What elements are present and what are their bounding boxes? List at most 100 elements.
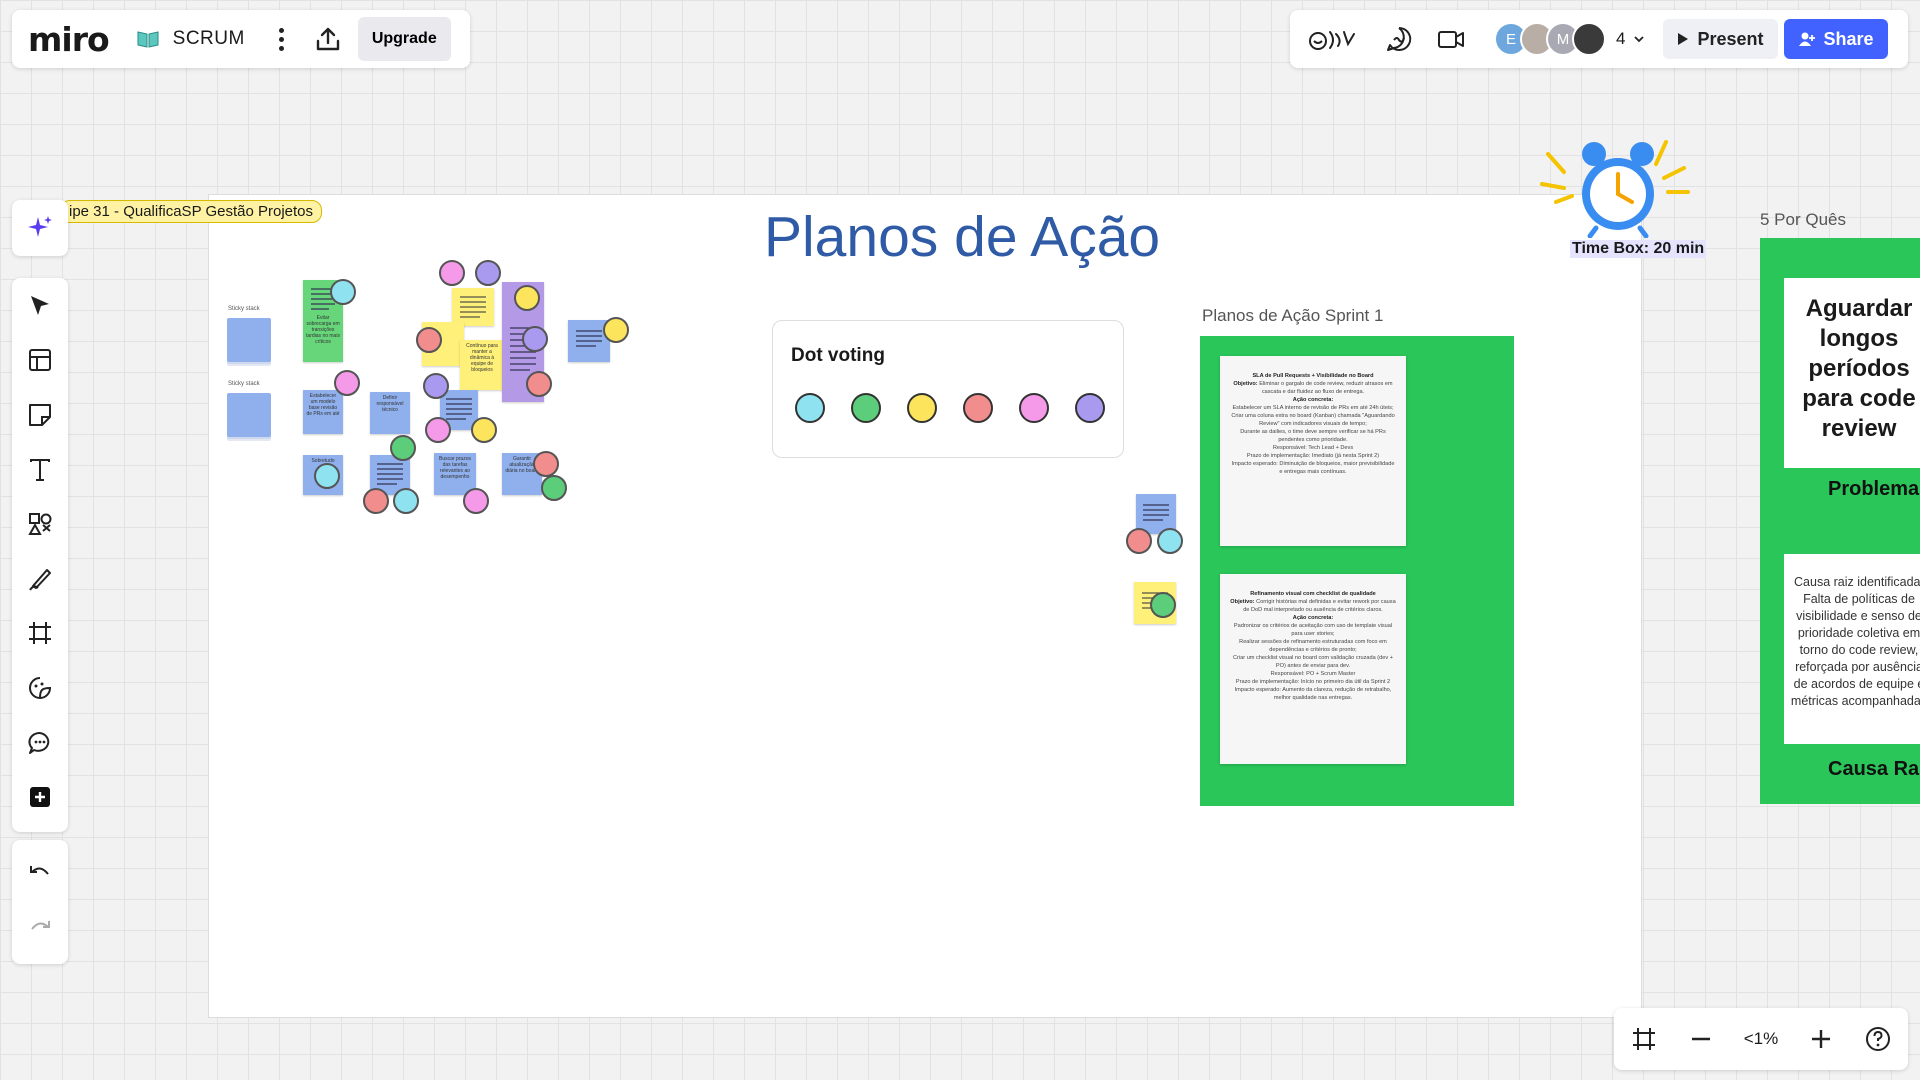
problem-label: Problema	[1828, 478, 1920, 500]
vote-dot[interactable]	[603, 317, 629, 343]
alarm-clock-icon[interactable]	[1534, 132, 1704, 238]
timebox-label[interactable]: Time Box: 20 min	[1570, 240, 1707, 258]
five-whys-frame-label[interactable]: 5 Por Quês	[1760, 210, 1846, 230]
vote-color-green[interactable]	[851, 393, 881, 423]
ai-assistant-button[interactable]	[12, 200, 68, 256]
chevron-down-icon[interactable]	[1633, 33, 1645, 45]
vote-dot[interactable]	[425, 417, 451, 443]
frame-tool[interactable]	[20, 614, 60, 654]
vote-color-yellow[interactable]	[907, 393, 937, 423]
vote-dot[interactable]	[533, 451, 559, 477]
sprint-frame-label[interactable]: Planos de Ação Sprint 1	[1202, 306, 1383, 326]
shapes-icon	[28, 513, 52, 536]
plan-action-label: Ação concreta:	[1292, 397, 1334, 403]
vote-dot[interactable]	[471, 417, 497, 443]
plan-title: SLA de Pull Requests + Visibilidade no B…	[1252, 373, 1374, 379]
sticky-text: Contínuo para manter a dinâmica à equipe…	[466, 343, 498, 373]
sticky-note[interactable]: Estabelecer um modelo base revisão de PR…	[303, 390, 343, 434]
vote-dot[interactable]	[1150, 592, 1176, 618]
sprint-frame[interactable]: SLA de Pull Requests + Visibilidade no B…	[1200, 336, 1514, 806]
action-plan-card[interactable]: SLA de Pull Requests + Visibilidade no B…	[1220, 356, 1406, 546]
collaborator-avatars[interactable]: E M	[1494, 22, 1606, 56]
sticky-note[interactable]	[452, 288, 494, 326]
vote-color-red[interactable]	[963, 393, 993, 423]
plan-impact: Impacto esperado: Aumento da clareza, re…	[1234, 687, 1392, 701]
share-button[interactable]: Share	[1783, 19, 1888, 59]
redo-button[interactable]	[20, 909, 60, 949]
plan-item: Padronizar os critérios de aceitação com…	[1233, 623, 1393, 637]
five-whys-frame[interactable]: Aguardar longos períodos para code revie…	[1760, 238, 1920, 804]
zoom-out-icon[interactable]	[1689, 1027, 1713, 1051]
text-lines-icon	[377, 463, 403, 485]
video-call-icon[interactable]	[1436, 24, 1466, 54]
sticky-note[interactable]: Definir responsável técnico	[370, 392, 410, 434]
vote-dot[interactable]	[330, 279, 356, 305]
vote-dot[interactable]	[526, 371, 552, 397]
stickers-tool[interactable]	[20, 668, 60, 708]
more-apps-tool[interactable]	[20, 777, 60, 817]
sticky-note-icon	[29, 403, 51, 426]
sticky-stack[interactable]	[227, 318, 271, 362]
zoom-level[interactable]: <1%	[1744, 1029, 1779, 1049]
problem-card[interactable]: Aguardar longos períodos para code revie…	[1784, 278, 1920, 468]
vote-color-pink[interactable]	[1019, 393, 1049, 423]
sticky-note[interactable]: Contínuo para manter a dinâmica à equipe…	[460, 340, 504, 390]
vote-dot[interactable]	[1126, 528, 1152, 554]
vote-color-cyan[interactable]	[795, 393, 825, 423]
vote-dot[interactable]	[463, 488, 489, 514]
board-name[interactable]: SCRUM	[173, 28, 245, 50]
plan-responsible: Responsável: Tech Lead + Devs	[1272, 445, 1354, 451]
vote-color-purple[interactable]	[1075, 393, 1105, 423]
pen-tool[interactable]	[20, 559, 60, 599]
zoom-in-icon[interactable]	[1809, 1027, 1833, 1051]
sticky-text: Evitar sobrecarga em transições tardias …	[306, 315, 340, 345]
pen-icon	[29, 568, 51, 591]
present-button[interactable]: Present	[1663, 19, 1778, 59]
fit-to-screen-icon[interactable]	[1630, 1025, 1658, 1053]
miro-logo[interactable]: miro	[28, 20, 110, 59]
collaborator-count[interactable]: 4	[1616, 29, 1625, 49]
present-label: Present	[1697, 28, 1764, 49]
vote-dot[interactable]	[1157, 528, 1183, 554]
upgrade-button[interactable]: Upgrade	[357, 17, 451, 61]
board-menu-icon[interactable]	[278, 27, 284, 51]
sticky-stack[interactable]	[227, 393, 271, 437]
vote-dot[interactable]	[416, 327, 442, 353]
plan-objective: Corrigir histórias mal definidas e evita…	[1243, 599, 1396, 613]
dot-voting-widget[interactable]: Dot voting	[772, 320, 1124, 458]
vote-dot[interactable]	[393, 488, 419, 514]
vote-dot[interactable]	[423, 373, 449, 399]
vote-dot[interactable]	[314, 463, 340, 489]
vote-dot[interactable]	[522, 326, 548, 352]
templates-tool[interactable]	[20, 341, 60, 381]
select-tool[interactable]	[20, 286, 60, 326]
root-cause-card[interactable]: Causa raiz identificada: Falta de políti…	[1784, 554, 1920, 744]
comment-tool[interactable]	[20, 723, 60, 763]
vote-dot[interactable]	[514, 285, 540, 311]
avatar-photo[interactable]	[1572, 22, 1606, 56]
text-lines-icon	[1143, 504, 1169, 521]
vote-dot[interactable]	[363, 488, 389, 514]
sticky-text: Buscar prazos das tarefas relevantes ao …	[439, 456, 471, 480]
frame-label[interactable]: ipe 31 - QualificaSP Gestão Projetos	[60, 200, 323, 223]
vote-dot[interactable]	[334, 370, 360, 396]
help-icon[interactable]	[1864, 1025, 1892, 1053]
vote-dot[interactable]	[475, 260, 501, 286]
action-plan-card[interactable]: Refinamento visual com checklist de qual…	[1220, 574, 1406, 764]
vote-dot[interactable]	[390, 435, 416, 461]
stickers-icon	[29, 676, 52, 699]
text-tool[interactable]	[20, 450, 60, 490]
vote-dot[interactable]	[541, 475, 567, 501]
export-upload-icon[interactable]	[314, 25, 342, 53]
sticky-note-tool[interactable]	[20, 395, 60, 435]
vote-dot[interactable]	[439, 260, 465, 286]
undo-button[interactable]	[20, 854, 60, 894]
chat-icon[interactable]	[1384, 24, 1414, 54]
plan-item: Durante as dailies, o time deve sempre v…	[1240, 429, 1386, 443]
board-header: miro SCRUM Upgrade	[12, 10, 470, 68]
plan-deadline: Prazo de implementação: Imediato (já nes…	[1246, 453, 1380, 459]
shapes-tool[interactable]	[20, 504, 60, 544]
page-title[interactable]: Planos de Ação	[764, 204, 1160, 270]
reactions-icon[interactable]	[1306, 24, 1362, 54]
dot-voting-title: Dot voting	[791, 345, 885, 366]
